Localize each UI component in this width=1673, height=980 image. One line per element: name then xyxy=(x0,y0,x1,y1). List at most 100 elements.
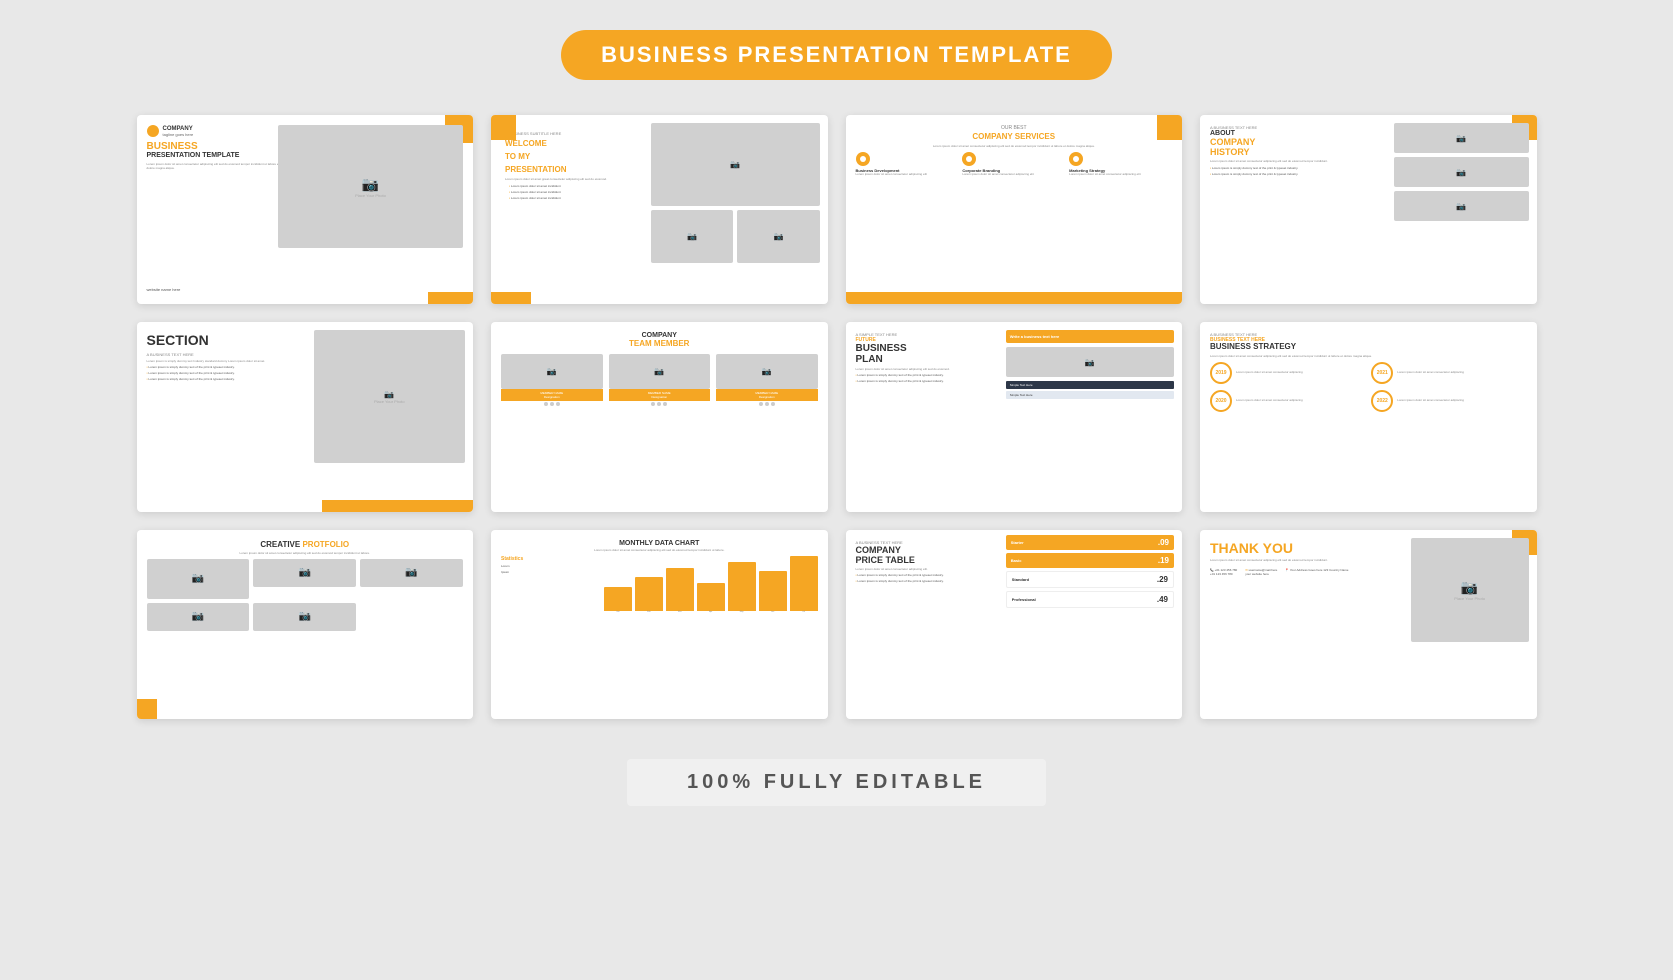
address-value: Your Address Goes here 123 Country Name xyxy=(1290,568,1349,572)
member-role-3: Designation xyxy=(718,395,816,399)
price-starter: .09 xyxy=(1158,538,1169,547)
bar-feb xyxy=(635,577,663,611)
camera-icon: 📷 xyxy=(1456,134,1466,143)
slide5-photo: 📷 Place Your Photo xyxy=(314,330,465,462)
year-text-2022: Lorem ipsum dolor sit amet consectetur a… xyxy=(1397,399,1464,403)
slide-10-chart[interactable]: MONTHLY DATA CHART Lorem ipsum dolor sit… xyxy=(491,530,828,719)
bar-label-jun: Jun xyxy=(759,611,787,613)
year-circle-2020: 2020 xyxy=(1210,390,1232,412)
bar-label-apr: Apr xyxy=(697,611,725,613)
slide3-subtitle: OUR BEST xyxy=(856,125,1173,131)
slide-5-section[interactable]: SECTION A BUSINESS TEXT HERE Lorem ipsum… xyxy=(137,322,474,511)
slide9-body: Lorem ipsum dolor sit amet consectetur a… xyxy=(147,551,464,555)
slide7-simple2: Simple Text Here xyxy=(1006,391,1174,399)
website-value: your website here xyxy=(1245,572,1269,576)
slide6-members: 📷 MEMBER NAME Designation 📷 MEMBER NAME xyxy=(501,354,818,406)
bar-labels: Jan Feb Mar Apr May Jun Jul xyxy=(604,611,818,613)
social-icon xyxy=(765,402,769,406)
camera-icon: 📷 xyxy=(547,367,557,376)
slide7-body: Lorem ipsum dolor sit amet consectetur a… xyxy=(856,367,1002,371)
camera-icon: 📷 xyxy=(730,160,740,169)
camera-icon: 📷 xyxy=(299,567,311,578)
slide4-photo3: 📷 xyxy=(1394,191,1529,221)
slide-2-welcome[interactable]: A BUSINESS SUBTITLE HERE WELCOME TO MY P… xyxy=(491,115,828,304)
portfolio-photo-5: 📷 xyxy=(253,603,356,631)
price-standard: .29 xyxy=(1157,575,1168,584)
bar-may xyxy=(728,562,756,611)
year-circle-2022: 2022 xyxy=(1371,390,1393,412)
slide4-title3: HISTORY xyxy=(1210,148,1387,158)
social-icon xyxy=(663,402,667,406)
slide7-title2: BUSINESS xyxy=(856,343,1002,354)
year-item-2019: 2019 Lorem ipsum dolor sit amet consecte… xyxy=(1210,362,1365,384)
slide9-title: CREATIVE PROTFOLIO xyxy=(147,540,464,549)
slide2-title: WELCOME xyxy=(505,140,653,149)
slide-8-strategy[interactable]: A BUSINESS TEXT HERE BUSINESS TEXT HERE … xyxy=(1200,322,1537,511)
slide2-bullet2: Lorem ipsum dolor sit amet incididunt xyxy=(505,190,653,194)
slide-6-team[interactable]: COMPANY TEAM MEMBER 📷 MEMBER NAME Design… xyxy=(491,322,828,511)
slide7-simple1: Simple Text Here xyxy=(1006,381,1174,389)
member-role-2: Designation xyxy=(611,395,709,399)
camera-icon: 📷 xyxy=(1461,579,1478,596)
slide-4-about[interactable]: A BUSINESS TEXT HERE ABOUT COMPANY HISTO… xyxy=(1200,115,1537,304)
slide11-bullet2: Lorem ipsum is simply dummy text of the … xyxy=(856,579,1002,583)
slide4-photo1: 📷 xyxy=(1394,123,1529,153)
orange-corner-br xyxy=(428,292,473,304)
slide12-email: ✉ username@mail.here your website here xyxy=(1245,568,1277,576)
slide-1-cover[interactable]: COMPANY tagline goes here BUSINESS PRESE… xyxy=(137,115,474,304)
slide12-address: 📍 Your Address Goes here 123 Country Nam… xyxy=(1285,568,1348,576)
company-tagline: tagline goes here xyxy=(163,132,194,137)
member-photo-1: 📷 xyxy=(501,354,603,389)
slide-11-price[interactable]: A BUSINESS TEXT HERE COMPANY PRICE TABLE… xyxy=(846,530,1183,719)
bar-label-jul: Jul xyxy=(790,611,818,613)
bar-apr xyxy=(697,583,725,611)
portfolio-photo-4: 📷 xyxy=(147,603,250,631)
slide2-title3: PRESENTATION xyxy=(505,166,653,175)
year-item-2020: 2020 Lorem ipsum dolor sit amet consecte… xyxy=(1210,390,1365,412)
slide6-subtitle: TEAM MEMBER xyxy=(501,339,818,348)
bar-label-may: May xyxy=(728,611,756,613)
slide-3-services[interactable]: OUR BEST COMPANY SERVICES Lorem ipsum do… xyxy=(846,115,1183,304)
slide2-bullet3: Lorem ipsum dolor sit amet incididunt xyxy=(505,196,653,200)
orange-corner-tr xyxy=(1157,115,1182,140)
slide11-title: COMPANY xyxy=(856,545,1002,555)
slide3-body: Lorem ipsum dolor sit amet consectetur a… xyxy=(856,144,1173,148)
portfolio-photo-3: 📷 xyxy=(360,559,463,587)
company-name: COMPANY xyxy=(163,126,194,132)
phone2-value: +01 123 456 780 xyxy=(1210,572,1233,576)
slide5-bullet1: Lorem ipsum is simply dummy text of the … xyxy=(147,365,305,369)
slide5-photo-label: Place Your Photo xyxy=(374,399,405,404)
bar-label-mar: Mar xyxy=(666,611,694,613)
camera-icon: 📷 xyxy=(192,573,204,584)
price-pro: .49 xyxy=(1157,595,1168,604)
slide3-title: COMPANY SERVICES xyxy=(856,132,1173,142)
slide9-photos: 📷 📷 📷 📷 📷 xyxy=(147,559,464,631)
slide7-title3: PLAN xyxy=(856,354,1002,365)
tier-standard: Standard xyxy=(1012,577,1029,582)
bar-label-feb: Feb xyxy=(635,611,663,613)
slide6-title: COMPANY xyxy=(501,332,818,339)
stats-label: Statistics xyxy=(501,556,596,562)
year-item-2022: 2022 Lorem ipsum dolor sit amet consecte… xyxy=(1371,390,1526,412)
camera-icon: 📷 xyxy=(1456,202,1466,211)
social-icon xyxy=(544,402,548,406)
page-title-container: BUSINESS PRESENTATION TEMPLATE xyxy=(561,30,1112,80)
logo-circle xyxy=(147,125,159,137)
slide-12-thankyou[interactable]: THANK YOU Lorem ipsum dolor sit amet con… xyxy=(1200,530,1537,719)
year-circle-2019: 2019 xyxy=(1210,362,1232,384)
slide5-heading: SECTION xyxy=(147,332,305,348)
social-icon xyxy=(657,402,661,406)
slide7-right: Write a business text here 📷 Simple Text… xyxy=(1006,330,1174,399)
social-icon xyxy=(550,402,554,406)
portfolio-title-orange: PROTFOLIO xyxy=(302,540,349,549)
slide11-body: Lorem ipsum dolor sit amet consectetur a… xyxy=(856,567,1002,571)
camera-icon: 📷 xyxy=(405,567,417,578)
slide-9-portfolio[interactable]: CREATIVE PROTFOLIO Lorem ipsum dolor sit… xyxy=(137,530,474,719)
price-card-basic: Basic .19 xyxy=(1006,553,1174,568)
slide2-photos: 📷 📷 📷 xyxy=(651,123,819,274)
slide4-bullet2: Lorem ipsum is simply dummy text of the … xyxy=(1210,172,1387,176)
orange-bottom xyxy=(322,500,473,512)
social-icon xyxy=(556,402,560,406)
year-text-2019: Lorem ipsum dolor sit amet consectetur a… xyxy=(1236,371,1303,375)
slide-7-future[interactable]: A SIMPLE TEXT HERE FUTURE BUSINESS PLAN … xyxy=(846,322,1183,511)
